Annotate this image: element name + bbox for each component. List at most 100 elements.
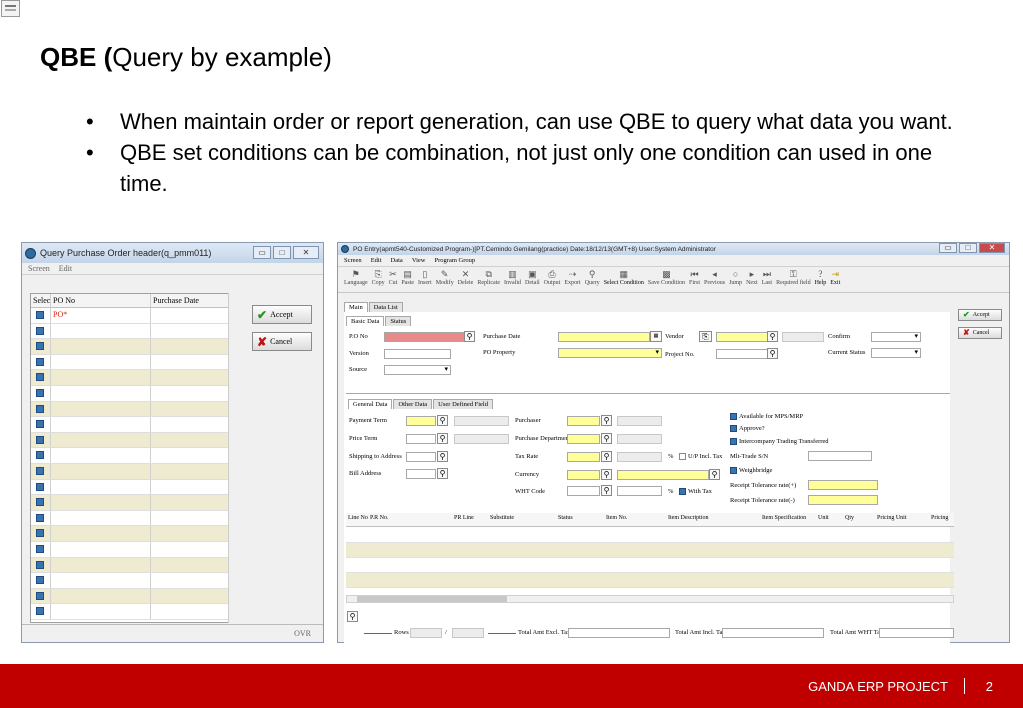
vendor-input[interactable] [716, 332, 768, 342]
toolbar-language[interactable]: ⚑ Language [342, 267, 370, 292]
purchase-department-input[interactable] [567, 434, 600, 444]
purchaser-input[interactable] [567, 416, 600, 426]
menu-data[interactable]: Data [391, 257, 403, 264]
scrollbar-thumb[interactable] [357, 596, 507, 602]
wht-code-search[interactable]: ⚲ [601, 485, 612, 496]
toolbar-exit[interactable]: ⇥ Exit [828, 267, 842, 292]
menu-edit[interactable]: Edit [371, 257, 382, 264]
row-select-icon[interactable] [36, 576, 44, 585]
table-row[interactable] [346, 528, 954, 543]
menu-edit[interactable]: Edit [59, 264, 72, 273]
toolbar-first[interactable]: ⏮ First [687, 267, 702, 292]
toolbar-insert[interactable]: ▯ Insert [416, 267, 434, 292]
currency-rate-input[interactable] [617, 470, 709, 480]
po-no-search-button[interactable]: ⚲ [464, 331, 475, 342]
tolerance-minus-input[interactable] [808, 495, 878, 505]
confirm-dropdown[interactable] [871, 332, 921, 342]
project-no-input[interactable] [716, 349, 768, 359]
intercompany-checkbox[interactable] [730, 438, 737, 445]
toolbar-detail[interactable]: ▣ Detail [523, 267, 542, 292]
toolbar-select-condition[interactable]: ▦ Select Condition [602, 267, 646, 292]
table-row[interactable] [31, 510, 237, 527]
table-row[interactable] [346, 543, 954, 558]
table-row[interactable] [31, 557, 237, 574]
row-select-icon[interactable] [36, 373, 44, 382]
vendor-search-button[interactable]: ⚲ [767, 331, 778, 342]
toolbar-modify[interactable]: ✎ Modify [434, 267, 456, 292]
cancel-button[interactable]: ✘ Cancel [958, 327, 1002, 339]
accept-button[interactable]: ✔ Accept [252, 305, 312, 324]
close-button[interactable]: ✕ [293, 246, 319, 259]
toolbar-export[interactable]: ⇢ Export [562, 267, 582, 292]
calendar-icon[interactable]: ▦ [650, 331, 662, 342]
tab-data-list[interactable]: Data List [368, 302, 403, 312]
table-row[interactable] [31, 370, 237, 386]
table-row[interactable] [31, 541, 237, 558]
up-incl-tax-checkbox[interactable] [679, 453, 686, 460]
row-select-icon[interactable] [36, 342, 44, 351]
purchase-date-input[interactable] [558, 332, 650, 342]
table-row[interactable] [346, 573, 954, 588]
bill-address-search[interactable]: ⚲ [437, 468, 448, 479]
table-row[interactable] [31, 495, 237, 511]
po-no-cell[interactable]: PO* [51, 308, 151, 323]
currency-rate-search[interactable]: ⚲ [709, 469, 720, 480]
table-row[interactable] [31, 604, 237, 620]
table-row[interactable] [31, 385, 237, 402]
row-select-icon[interactable] [36, 404, 44, 413]
minimize-button[interactable]: ▭ [253, 246, 271, 259]
tab-general-data[interactable]: General Data [348, 399, 393, 409]
tolerance-plus-input[interactable] [808, 480, 878, 490]
available-mps-checkbox[interactable] [730, 413, 737, 420]
version-input[interactable] [384, 349, 451, 359]
row-select-icon[interactable] [36, 498, 44, 507]
shipping-address-input[interactable] [406, 452, 436, 462]
currency-search[interactable]: ⚲ [601, 469, 612, 480]
table-row[interactable]: PO* [31, 308, 237, 324]
toolbar-invalid[interactable]: ▥ Invalid [502, 267, 523, 292]
table-row[interactable] [31, 354, 237, 371]
menu-program-group[interactable]: Program Group [435, 257, 476, 264]
accept-button[interactable]: ✔ Accept [958, 309, 1002, 321]
toolbar-copy[interactable]: ⎘ Copy [370, 267, 387, 292]
table-row[interactable] [31, 417, 237, 433]
row-select-icon[interactable] [36, 420, 44, 429]
po-property-dropdown[interactable] [558, 348, 662, 358]
row-select-icon[interactable] [36, 513, 44, 522]
cancel-button[interactable]: ✘ Cancel [252, 332, 312, 351]
minimize-button[interactable]: ▭ [939, 243, 957, 253]
maximize-button[interactable]: □ [959, 243, 977, 253]
tab-user-defined-field[interactable]: User Defined Field [433, 399, 493, 409]
table-row[interactable] [31, 463, 237, 480]
price-term-input[interactable] [406, 434, 436, 444]
row-select-icon[interactable] [36, 357, 44, 366]
payment-term-input[interactable] [406, 416, 436, 426]
current-status-dropdown[interactable] [871, 348, 921, 358]
row-select-icon[interactable] [36, 591, 44, 600]
weighbridge-checkbox[interactable] [730, 467, 737, 474]
purchaser-search[interactable]: ⚲ [601, 415, 612, 426]
table-row[interactable] [31, 448, 237, 464]
row-select-icon[interactable] [36, 529, 44, 538]
toolbar-output[interactable]: ⎙ Output [542, 267, 563, 292]
table-row[interactable] [31, 401, 237, 418]
mlt-trade-input[interactable] [808, 451, 872, 461]
tab-main[interactable]: Main [344, 302, 368, 312]
purchase-department-search[interactable]: ⚲ [601, 433, 612, 444]
table-row[interactable] [31, 479, 237, 496]
wht-rate-input[interactable] [617, 486, 662, 496]
bill-address-input[interactable] [406, 469, 436, 479]
toolbar-replicate[interactable]: ⧉ Replicate [475, 267, 502, 292]
row-select-icon[interactable] [36, 482, 44, 491]
row-select-icon[interactable] [36, 311, 44, 319]
toolbar-delete[interactable]: ✕ Delete [456, 267, 476, 292]
close-button[interactable]: ✕ [979, 243, 1005, 253]
tab-other-data[interactable]: Other Data [393, 399, 433, 409]
approve-checkbox[interactable] [730, 425, 737, 432]
row-select-icon[interactable] [36, 466, 44, 475]
maximize-button[interactable]: □ [273, 246, 291, 259]
toolbar-save-condition[interactable]: ▩ Save Condition [646, 267, 687, 292]
project-search-button[interactable]: ⚲ [767, 348, 778, 359]
row-select-icon[interactable] [36, 435, 44, 444]
query-scrollbar[interactable] [228, 293, 238, 623]
